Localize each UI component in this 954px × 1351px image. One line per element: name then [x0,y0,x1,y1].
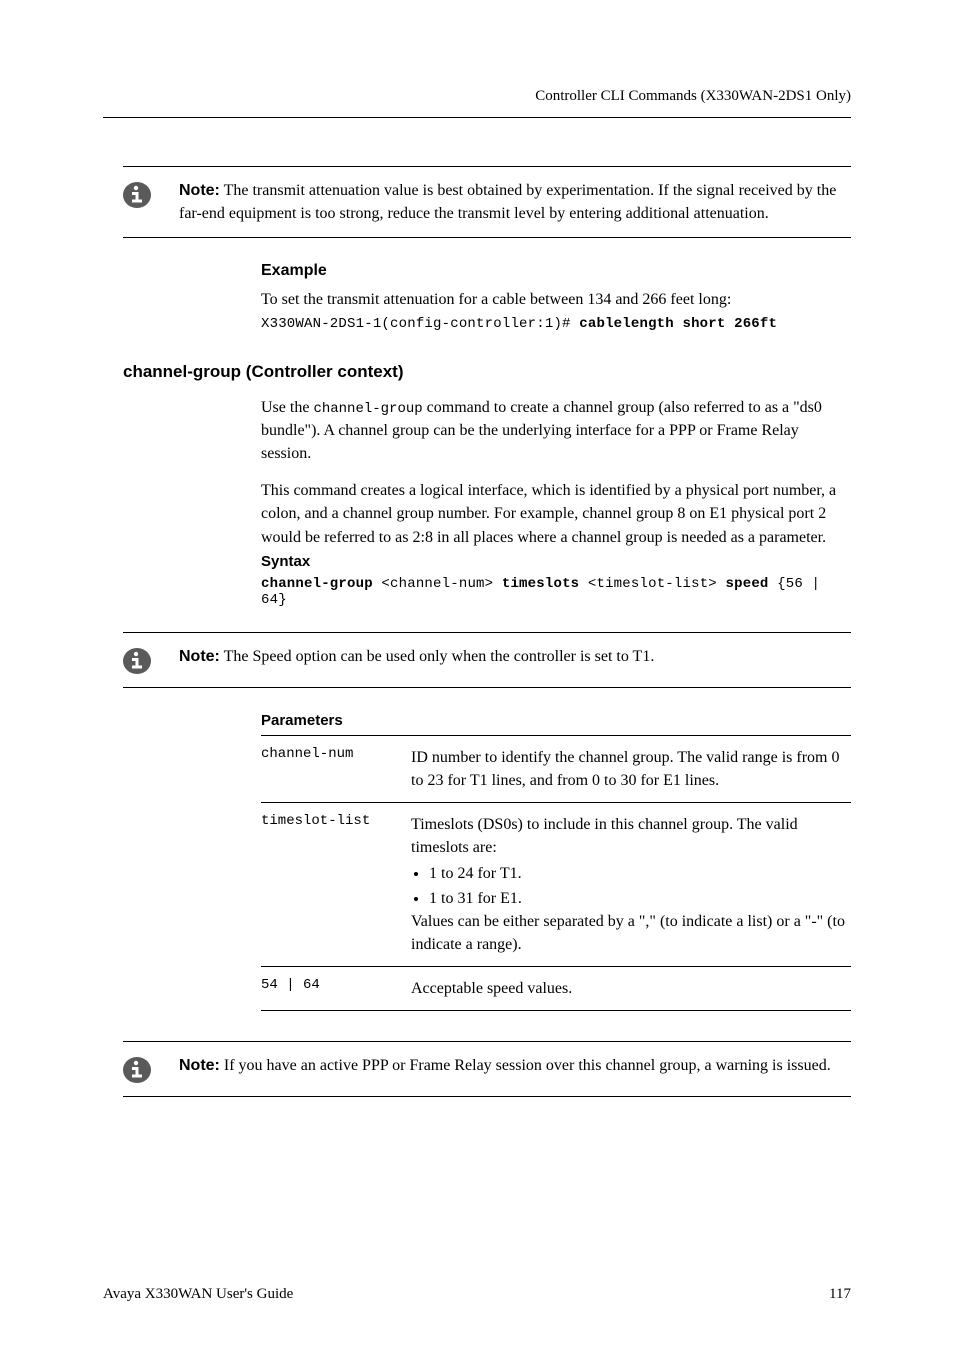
footer-page-number: 117 [829,1286,851,1303]
page-footer: Avaya X330WAN User's Guide 117 [103,1286,851,1303]
note-label: Note: [179,648,220,665]
note-block-2: Note: The Speed option can be used only … [123,632,851,688]
param-desc: ID number to identify the channel group.… [411,746,851,792]
info-icon [123,181,151,209]
bullet-item: 1 to 31 for E1. [429,887,851,910]
bullet-item: 1 to 24 for T1. [429,862,851,885]
note-label: Note: [179,182,220,199]
parameters-header: Parameters [261,712,851,729]
info-icon [123,647,151,675]
note-body: The transmit attenuation value is best o… [179,182,836,222]
page-header: Controller CLI Commands (X330WAN-2DS1 On… [103,88,851,118]
syntax-code: channel-group <channel-num> timeslots <t… [261,576,851,608]
param-name: 54 | 64 [261,977,411,1000]
table-row: channel-num ID number to identify the ch… [261,736,851,803]
note-text-3: Note: If you have an active PPP or Frame… [179,1054,831,1077]
footer-left: Avaya X330WAN User's Guide [103,1286,293,1303]
example-intro: To set the transmit attenuation for a ca… [261,288,851,311]
info-icon [123,1056,151,1084]
note-block-3: Note: If you have an active PPP or Frame… [123,1041,851,1097]
code-prefix: X330WAN-2DS1-1(config-controller:1)# [261,316,579,332]
param-desc: Timeslots (DS0s) to include in this chan… [411,813,851,956]
subsection-title: channel-group (Controller context) [123,362,851,382]
table-row: 54 | 64 Acceptable speed values. [261,967,851,1011]
note-text-1: Note: The transmit attenuation value is … [179,179,851,225]
syntax-header: Syntax [261,553,851,570]
parameters-table: channel-num ID number to identify the ch… [261,735,851,1012]
subsection-para2: This command creates a logical interface… [261,479,851,549]
note-block-1: Note: The transmit attenuation value is … [123,166,851,238]
note-body: The Speed option can be used only when t… [224,648,655,665]
note-label: Note: [179,1057,220,1074]
example-header: Example [261,262,851,280]
table-row: timeslot-list Timeslots (DS0s) to includ… [261,803,851,967]
inline-code: channel-group [313,401,422,417]
subsection-para1: Use the channel-group command to create … [261,396,851,466]
example-code: X330WAN-2DS1-1(config-controller:1)# cab… [261,316,851,332]
note-text-2: Note: The Speed option can be used only … [179,645,654,668]
code-command: cablelength short 266ft [579,316,777,332]
param-name: timeslot-list [261,813,411,956]
note-body: If you have an active PPP or Frame Relay… [224,1057,831,1074]
param-desc: Acceptable speed values. [411,977,851,1000]
header-title: Controller CLI Commands (X330WAN-2DS1 On… [535,88,851,104]
param-name: channel-num [261,746,411,792]
